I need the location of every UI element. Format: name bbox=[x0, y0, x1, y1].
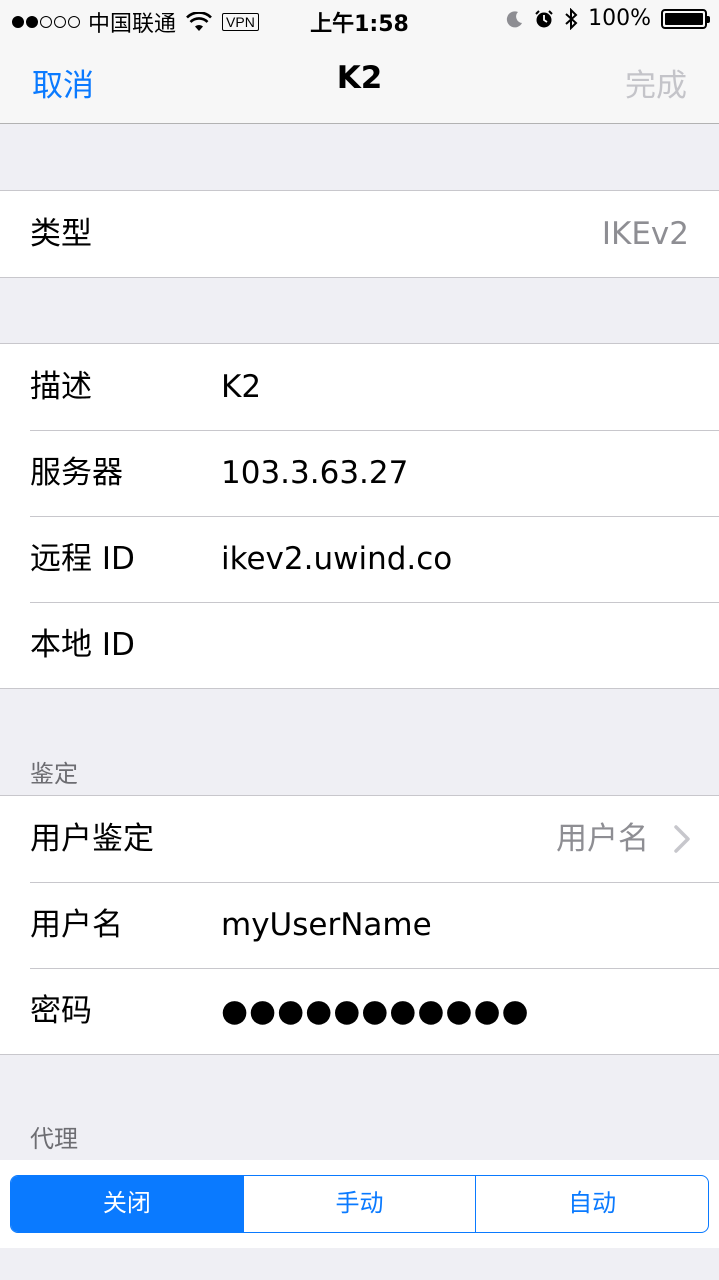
server-field[interactable]: 103.3.63.27 bbox=[221, 430, 408, 516]
remote-id-label: 远程 ID bbox=[30, 541, 135, 577]
type-row[interactable]: 类型 IKEv2 bbox=[0, 191, 719, 277]
done-button[interactable]: 完成 bbox=[625, 60, 687, 105]
status-right: 100% bbox=[506, 6, 710, 31]
auth-section-header: 鉴定 bbox=[30, 760, 78, 788]
proxy-group: 关闭 手动 自动 bbox=[0, 1160, 719, 1248]
username-label: 用户名 bbox=[30, 907, 123, 943]
general-group: 描述 K2 服务器 103.3.63.27 远程 ID ikev2.uwind.… bbox=[0, 343, 719, 689]
local-id-label: 本地 ID bbox=[30, 627, 135, 663]
page-title: K2 bbox=[336, 60, 383, 96]
username-field[interactable]: myUserName bbox=[221, 882, 432, 968]
server-label: 服务器 bbox=[30, 455, 123, 491]
type-value: IKEv2 bbox=[601, 216, 689, 252]
local-id-row: 本地 ID bbox=[0, 602, 719, 688]
description-label: 描述 bbox=[30, 369, 92, 405]
description-row: 描述 K2 bbox=[0, 344, 719, 430]
user-auth-value: 用户名 bbox=[556, 821, 649, 857]
user-auth-row[interactable]: 用户鉴定 用户名 bbox=[0, 796, 719, 882]
username-row: 用户名 myUserName bbox=[0, 882, 719, 968]
remote-id-row: 远程 ID ikev2.uwind.co bbox=[0, 516, 719, 602]
proxy-option-manual[interactable]: 手动 bbox=[244, 1176, 477, 1232]
server-row: 服务器 103.3.63.27 bbox=[0, 430, 719, 516]
battery-percent: 100% bbox=[588, 6, 651, 31]
bluetooth-icon bbox=[565, 7, 578, 30]
type-label: 类型 bbox=[30, 216, 92, 252]
alarm-clock-icon bbox=[535, 9, 553, 27]
remote-id-field[interactable]: ikev2.uwind.co bbox=[221, 516, 452, 602]
local-id-field[interactable] bbox=[221, 602, 681, 688]
navigation-bar: 取消 K2 完成 bbox=[0, 40, 719, 124]
proxy-segmented-control: 关闭 手动 自动 bbox=[10, 1175, 709, 1233]
proxy-option-auto[interactable]: 自动 bbox=[476, 1176, 708, 1232]
status-bar: 中国联通 VPN 上午1:58 100% bbox=[0, 0, 719, 40]
user-auth-label: 用户鉴定 bbox=[30, 821, 154, 857]
password-field[interactable]: ●●●●●●●●●●● bbox=[221, 968, 530, 1054]
proxy-section-header: 代理 bbox=[30, 1125, 78, 1153]
password-row: 密码 ●●●●●●●●●●● bbox=[0, 968, 719, 1054]
type-group: 类型 IKEv2 bbox=[0, 190, 719, 278]
description-field[interactable]: K2 bbox=[221, 344, 261, 430]
proxy-option-off[interactable]: 关闭 bbox=[11, 1176, 244, 1232]
chevron-right-icon bbox=[674, 825, 690, 853]
password-label: 密码 bbox=[30, 993, 92, 1029]
auth-group: 用户鉴定 用户名 用户名 myUserName 密码 ●●●●●●●●●●● bbox=[0, 795, 719, 1055]
battery-icon bbox=[661, 8, 710, 29]
moon-icon bbox=[506, 10, 523, 27]
